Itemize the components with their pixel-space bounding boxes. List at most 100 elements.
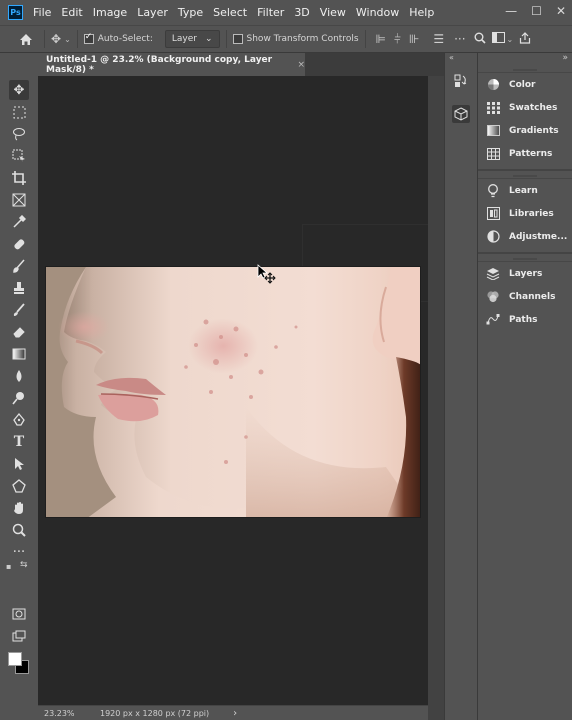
menu-image[interactable]: Image — [93, 6, 127, 19]
menu-file[interactable]: File — [33, 6, 51, 19]
show-transform-controls-label: Show Transform Controls — [246, 34, 359, 44]
home-icon[interactable] — [14, 33, 38, 46]
layers-icon — [486, 267, 500, 281]
auto-select-label: Auto-Select: — [97, 34, 153, 44]
history-panel-icon[interactable] — [452, 72, 470, 90]
divider — [364, 30, 366, 48]
menu-view[interactable]: View — [320, 6, 346, 19]
panel-libraries-label: Libraries — [509, 208, 554, 219]
document-tab-title: Untitled-1 @ 23.2% (Background copy, Lay… — [46, 54, 273, 75]
zoom-tool-icon[interactable] — [9, 520, 29, 540]
object-selection-tool-icon[interactable] — [9, 146, 29, 166]
close-tab-icon[interactable]: × — [297, 60, 305, 70]
panel-paths[interactable]: Paths — [478, 308, 572, 331]
more-options-icon[interactable]: ··· — [454, 32, 465, 46]
collapse-panels-icon[interactable]: » — [562, 53, 568, 63]
document-tab-bar: Untitled-1 @ 23.2% (Background copy, Lay… — [38, 53, 444, 76]
auto-select-target-value: Layer — [171, 34, 197, 44]
search-icon[interactable] — [474, 32, 486, 47]
panel-channels-label: Channels — [509, 291, 556, 302]
panel-patterns-label: Patterns — [509, 148, 553, 159]
status-menu-arrow-icon[interactable]: › — [233, 708, 237, 719]
screen-mode-icon[interactable] — [9, 626, 29, 646]
history-brush-tool-icon[interactable] — [9, 300, 29, 320]
pattern-icon — [486, 147, 500, 161]
pen-tool-icon[interactable] — [9, 410, 29, 430]
panel-group-grip[interactable] — [478, 256, 572, 262]
color-wheel-icon — [486, 78, 500, 92]
menu-edit[interactable]: Edit — [61, 6, 82, 19]
panel-adjustments[interactable]: Adjustme... — [478, 225, 572, 248]
panel-layers-label: Layers — [509, 268, 543, 279]
panel-group-grip[interactable] — [478, 173, 572, 179]
menu-select[interactable]: Select — [213, 6, 247, 19]
menu-layer[interactable]: Layer — [137, 6, 168, 19]
hand-tool-icon[interactable] — [9, 498, 29, 518]
canvas-vertical-scrollbar[interactable] — [428, 76, 444, 720]
move-tool-preset-icon[interactable]: ✥ ⌄ — [51, 32, 71, 46]
lightbulb-icon — [486, 183, 500, 198]
panel-libraries[interactable]: Libraries — [478, 202, 572, 225]
marquee-tool-icon[interactable] — [9, 102, 29, 122]
type-tool-icon[interactable]: T — [9, 432, 29, 452]
maximize-button[interactable]: ☐ — [531, 4, 542, 18]
foreground-color-swatch[interactable] — [8, 652, 22, 666]
quick-mask-icon[interactable] — [9, 604, 29, 624]
swap-colors-icon[interactable]: ⇆ — [20, 560, 28, 570]
panel-group-color: Color Swatches Gradients Patterns — [478, 65, 572, 171]
menu-3d[interactable]: 3D — [294, 6, 309, 19]
frame-tool-icon[interactable] — [9, 190, 29, 210]
panel-learn[interactable]: Learn — [478, 179, 572, 202]
panel-swatches[interactable]: Swatches — [478, 96, 572, 119]
edit-toolbar-icon[interactable]: ··· — [9, 542, 29, 562]
default-colors-icon[interactable]: ▪ — [6, 562, 11, 571]
clone-stamp-tool-icon[interactable] — [9, 278, 29, 298]
custom-shape-tool-icon[interactable] — [9, 476, 29, 496]
brush-tool-icon[interactable] — [9, 256, 29, 276]
close-button[interactable]: ✕ — [556, 4, 566, 18]
grid-icon — [486, 101, 500, 115]
panel-channels[interactable]: Channels — [478, 285, 572, 308]
spot-healing-brush-icon[interactable] — [9, 234, 29, 254]
menu-window[interactable]: Window — [356, 6, 399, 19]
panel-gradients-label: Gradients — [509, 125, 559, 136]
workspace-icon[interactable] — [491, 32, 505, 46]
chevron-down-icon: ⌄ — [204, 34, 213, 44]
panel-patterns[interactable]: Patterns — [478, 142, 572, 165]
panel-group-grip[interactable] — [478, 67, 572, 73]
align-center-icon[interactable]: ⫩ — [394, 32, 401, 47]
move-tool-icon[interactable]: ✥ — [9, 80, 29, 100]
gradient-tool-icon[interactable] — [9, 344, 29, 364]
auto-select-target-dropdown[interactable]: Layer ⌄ — [164, 30, 220, 48]
zoom-level[interactable]: 23.23% — [44, 709, 100, 718]
panel-gradients[interactable]: Gradients — [478, 119, 572, 142]
panel-layers[interactable]: Layers — [478, 262, 572, 285]
move-cursor-icon — [257, 264, 277, 286]
crop-tool-icon[interactable] — [9, 168, 29, 188]
auto-select-checkbox[interactable] — [83, 32, 94, 44]
dodge-tool-icon[interactable] — [9, 388, 29, 408]
distribute-icon[interactable]: ☰ — [433, 32, 444, 46]
lasso-tool-icon[interactable] — [9, 124, 29, 144]
blur-tool-icon[interactable] — [9, 366, 29, 386]
panel-group-learn: Learn Libraries Adjustme... — [478, 171, 572, 254]
eyedropper-tool-icon[interactable] — [9, 212, 29, 232]
align-left-icon[interactable]: ⊫ — [376, 32, 386, 46]
panel-color[interactable]: Color — [478, 73, 572, 96]
menu-help[interactable]: Help — [409, 6, 434, 19]
align-right-icon[interactable]: ⊪ — [409, 32, 419, 46]
expand-panels-icon[interactable]: « — [449, 53, 454, 62]
document-image-face[interactable] — [45, 266, 421, 518]
menu-type[interactable]: Type — [178, 6, 203, 19]
menu-filter[interactable]: Filter — [257, 6, 284, 19]
document-tab[interactable]: Untitled-1 @ 23.2% (Background copy, Lay… — [38, 53, 305, 76]
libraries-icon — [486, 207, 500, 221]
eraser-tool-icon[interactable] — [9, 322, 29, 342]
minimize-button[interactable]: — — [505, 4, 517, 18]
show-transform-controls-checkbox[interactable] — [232, 34, 243, 44]
share-icon[interactable] — [519, 31, 531, 47]
chevron-down-icon[interactable]: ⌄ — [507, 35, 514, 44]
path-selection-tool-icon[interactable] — [9, 454, 29, 474]
properties-panel-icon[interactable] — [452, 105, 470, 123]
panel-color-label: Color — [509, 79, 536, 90]
